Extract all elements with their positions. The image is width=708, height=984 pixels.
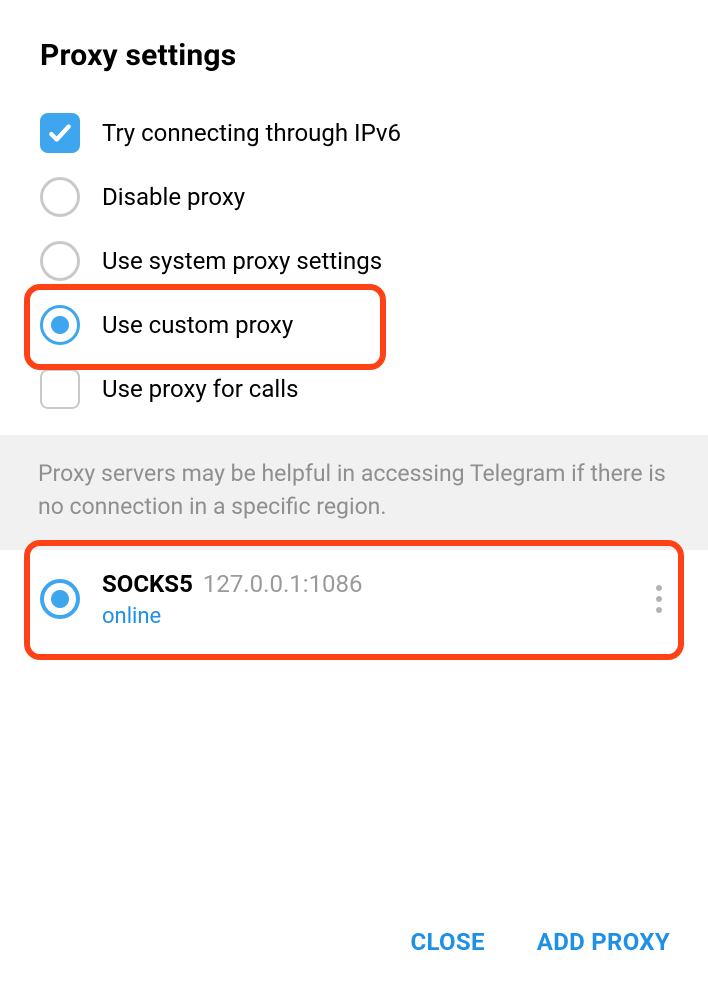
proxy-item[interactable]: SOCKS5 127.0.0.1:1086 online bbox=[0, 550, 708, 649]
option-custom-proxy[interactable]: Use custom proxy bbox=[0, 293, 708, 357]
option-label: Use custom proxy bbox=[102, 313, 293, 337]
proxy-settings-dialog: Proxy settings Try connecting through IP… bbox=[0, 0, 708, 984]
option-proxy-for-calls[interactable]: Use proxy for calls bbox=[0, 357, 708, 421]
checkbox-icon[interactable] bbox=[40, 369, 80, 409]
radio-icon[interactable] bbox=[40, 305, 80, 345]
checkbox-icon[interactable] bbox=[40, 113, 80, 153]
option-ipv6[interactable]: Try connecting through IPv6 bbox=[0, 101, 708, 165]
info-text: Proxy servers may be helpful in accessin… bbox=[0, 435, 708, 550]
dialog-footer: CLOSE ADD PROXY bbox=[411, 928, 670, 956]
proxy-address: 127.0.0.1:1086 bbox=[203, 570, 363, 598]
proxy-type: SOCKS5 bbox=[102, 570, 193, 598]
option-label: Use system proxy settings bbox=[102, 249, 382, 273]
radio-icon[interactable] bbox=[40, 177, 80, 217]
options-group: Try connecting through IPv6 Disable prox… bbox=[0, 95, 708, 435]
page-title: Proxy settings bbox=[0, 0, 708, 95]
add-proxy-button[interactable]: ADD PROXY bbox=[537, 928, 670, 956]
proxy-text: SOCKS5 127.0.0.1:1086 online bbox=[102, 570, 628, 629]
option-label: Try connecting through IPv6 bbox=[102, 121, 401, 145]
option-disable-proxy[interactable]: Disable proxy bbox=[0, 165, 708, 229]
option-label: Disable proxy bbox=[102, 185, 245, 209]
radio-icon[interactable] bbox=[40, 579, 80, 619]
option-label: Use proxy for calls bbox=[102, 377, 298, 401]
close-button[interactable]: CLOSE bbox=[411, 928, 485, 956]
option-system-proxy[interactable]: Use system proxy settings bbox=[0, 229, 708, 293]
proxy-list: SOCKS5 127.0.0.1:1086 online bbox=[0, 550, 708, 649]
proxy-status: online bbox=[102, 604, 628, 629]
radio-icon[interactable] bbox=[40, 241, 80, 281]
more-icon[interactable] bbox=[650, 579, 668, 619]
